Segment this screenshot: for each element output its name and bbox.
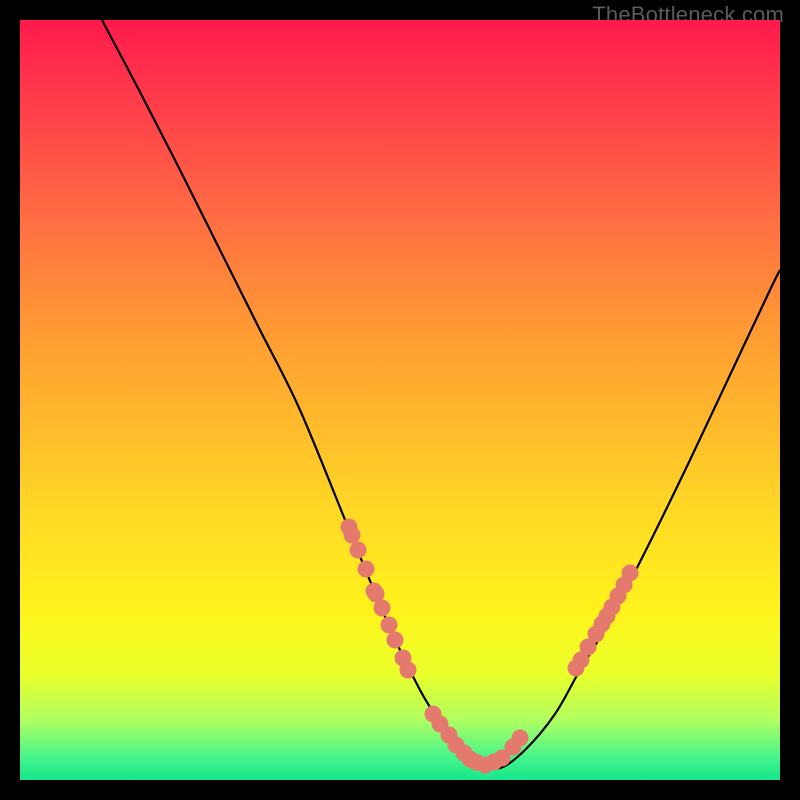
scatter-dots-bottom xyxy=(425,706,529,774)
data-point xyxy=(400,662,417,679)
scatter-dots-right xyxy=(568,565,639,677)
data-point xyxy=(387,632,404,649)
data-point xyxy=(622,565,639,582)
data-point xyxy=(381,617,398,634)
data-point xyxy=(512,730,529,747)
data-point xyxy=(358,561,375,578)
chart-area xyxy=(20,20,780,780)
scatter-dots-left xyxy=(341,519,417,679)
data-point xyxy=(344,527,361,544)
data-point xyxy=(374,600,391,617)
bottleneck-plot xyxy=(20,20,780,780)
bottleneck-curve xyxy=(102,20,780,768)
data-point xyxy=(350,542,367,559)
